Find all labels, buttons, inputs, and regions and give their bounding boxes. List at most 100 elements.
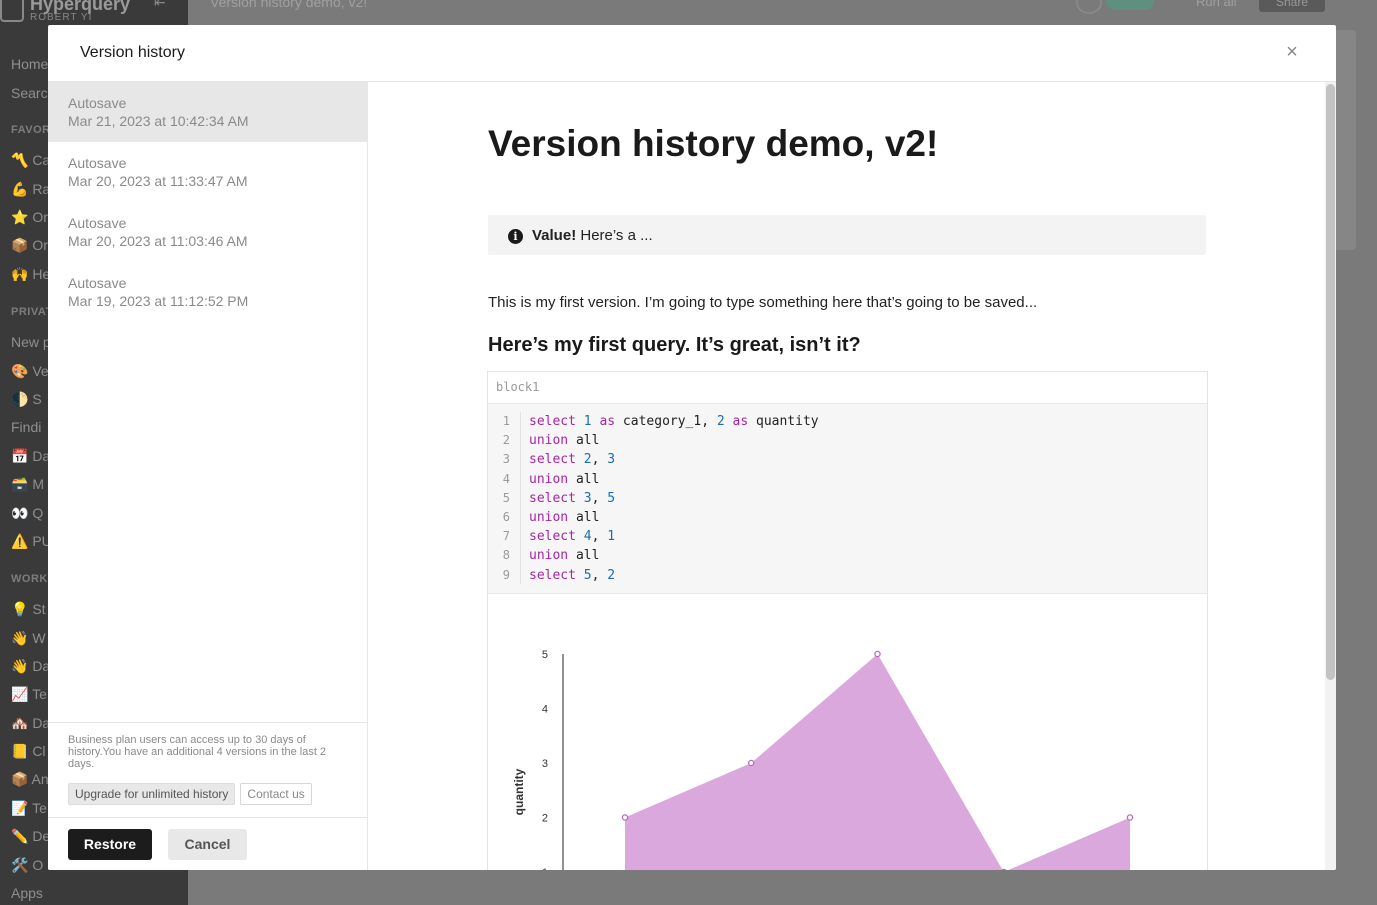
code-token: 5 — [607, 490, 616, 506]
code-line[interactable]: select 5, 2 — [529, 566, 819, 585]
section-heading: Here’s my first query. It’s great, isn’t… — [488, 334, 861, 356]
code-token: all — [568, 548, 600, 564]
line-number-gutter: 1 2 3 4 5 6 7 8 9 — [488, 412, 521, 584]
background-sidebar-item: 📝 Te — [11, 800, 47, 816]
background-sidebar-item: 👋 Da — [11, 658, 51, 674]
code-token: as — [732, 414, 749, 429]
code-line[interactable]: select 4, 1 — [529, 527, 819, 546]
run-all-button: Run all — [1196, 0, 1237, 9]
code-token: as — [599, 414, 616, 429]
share-button: Share — [1259, 0, 1325, 12]
data-point — [621, 814, 629, 821]
code-token: select — [529, 529, 576, 545]
version-item[interactable]: Autosave Mar 20, 2023 at 11:03:46 AM — [48, 202, 367, 262]
version-label: Autosave — [68, 95, 127, 111]
upgrade-box: Business plan users can access up to 30 … — [48, 722, 367, 817]
code-editor: 123456789 select 1 as category_1, 2 as q… — [488, 404, 1207, 594]
code-token: 2 — [583, 452, 592, 468]
background-toggle — [1106, 0, 1154, 10]
code-token: 1 — [583, 414, 592, 429]
version-item[interactable]: Autosave Mar 21, 2023 at 10:42:34 AM — [48, 82, 367, 142]
y-tick-label: 5 — [542, 649, 548, 661]
version-date: Mar 20, 2023 at 11:33:47 AM — [68, 173, 248, 189]
y-tick-label: 4 — [542, 704, 548, 716]
code-line[interactable]: union all — [529, 431, 819, 450]
background-sidebar-item: ✏️ De — [11, 828, 51, 844]
code-token: , — [591, 452, 608, 468]
code-line[interactable]: select 1 as category_1, 2 as quantity — [529, 412, 819, 431]
background-sidebar-item: New p — [11, 334, 51, 350]
y-tick-label: 1 — [542, 867, 548, 870]
callout: i Value! Here’s a ... — [488, 215, 1206, 255]
line-number: 2 — [502, 433, 510, 448]
version-item[interactable]: Autosave Mar 19, 2023 at 11:12:52 PM — [48, 262, 367, 322]
code-line[interactable]: union all — [529, 546, 819, 565]
version-date: Mar 19, 2023 at 11:12:52 PM — [68, 293, 249, 309]
code-token: all — [568, 509, 600, 525]
user-name: ROBERT YI — [30, 12, 93, 23]
code-line[interactable]: union all — [529, 470, 819, 489]
y-axis-label: quantity — [512, 768, 526, 815]
line-number: 1 — [502, 414, 510, 428]
line-number: 4 — [502, 471, 510, 486]
code-token: union — [529, 548, 569, 564]
app-logo-icon — [0, 0, 24, 22]
background-sidebar-item: 🌓 S — [11, 391, 42, 407]
code-token: 1 — [607, 529, 616, 545]
cancel-button[interactable]: Cancel — [168, 829, 247, 860]
code-token: select — [529, 452, 576, 468]
background-sidebar-item: 📈 Te — [11, 686, 47, 702]
callout-text: Value! Here’s a ... — [532, 227, 653, 244]
code-token: select — [529, 567, 576, 583]
code-token: union — [529, 433, 569, 449]
version-date: Mar 21, 2023 at 10:42:34 AM — [68, 113, 249, 129]
block-name: block1 — [488, 372, 1207, 404]
document-title: Version history demo, v2! — [488, 123, 939, 164]
close-icon[interactable]: × — [1282, 41, 1302, 63]
line-number: 6 — [502, 509, 510, 524]
callout-body: Here’s a ... — [576, 227, 653, 244]
background-sidebar-item: 💪 Ra — [11, 181, 51, 197]
scroll-thumb[interactable] — [1326, 84, 1335, 680]
query-block: block1 123456789 select 1 as category_1,… — [487, 371, 1208, 870]
chart-area: 1 2 3 4 5 quantity — [488, 594, 1207, 870]
background-sidebar-item: Home — [11, 56, 49, 72]
background-sidebar-item: 📅 Da — [11, 448, 51, 464]
code-token: 3 — [583, 490, 592, 506]
code-line[interactable]: union all — [529, 508, 819, 527]
background-doc-title: Version history demo, v2! — [210, 0, 368, 10]
background-sidebar-item: Findi — [11, 419, 42, 435]
version-preview: Version history demo, v2! i Value! Here’… — [368, 82, 1336, 870]
restore-button[interactable]: Restore — [68, 829, 152, 860]
y-tick-label: 2 — [542, 813, 548, 825]
background-sidebar-item: 🙌 He — [11, 266, 51, 282]
upgrade-button[interactable]: Upgrade for unlimited history — [68, 783, 236, 805]
version-date: Mar 20, 2023 at 11:03:46 AM — [68, 233, 248, 249]
data-point — [1126, 814, 1134, 821]
code-line[interactable]: select 2, 3 — [529, 450, 819, 469]
paragraph: This is my first version. I’m going to t… — [488, 294, 1038, 311]
info-icon: i — [508, 229, 523, 244]
code-token: all — [568, 471, 600, 487]
line-number: 3 — [502, 452, 510, 467]
code-token: 4 — [583, 529, 592, 545]
background-sidebar-item: 👋 W — [11, 630, 46, 646]
background-sidebar-item: 📦 Or — [11, 237, 48, 253]
content-scrollbar[interactable] — [1325, 82, 1336, 870]
version-item[interactable]: Autosave Mar 20, 2023 at 11:33:47 AM — [48, 142, 367, 202]
background-sidebar-item: Apps — [11, 885, 43, 901]
collapse-sidebar-icon: ⇤ — [154, 0, 166, 10]
background-sidebar-item: 📒 Cl — [11, 743, 46, 759]
background-sidebar-item: 📦 An — [11, 771, 49, 787]
background-sidebar-item: 🎨 Ve — [11, 363, 49, 379]
data-point — [874, 650, 881, 658]
contact-us-button[interactable]: Contact us — [240, 783, 312, 805]
code-token: union — [529, 509, 569, 525]
code-token: 2 — [607, 567, 616, 583]
code-line[interactable]: select 3, 5 — [529, 489, 819, 508]
